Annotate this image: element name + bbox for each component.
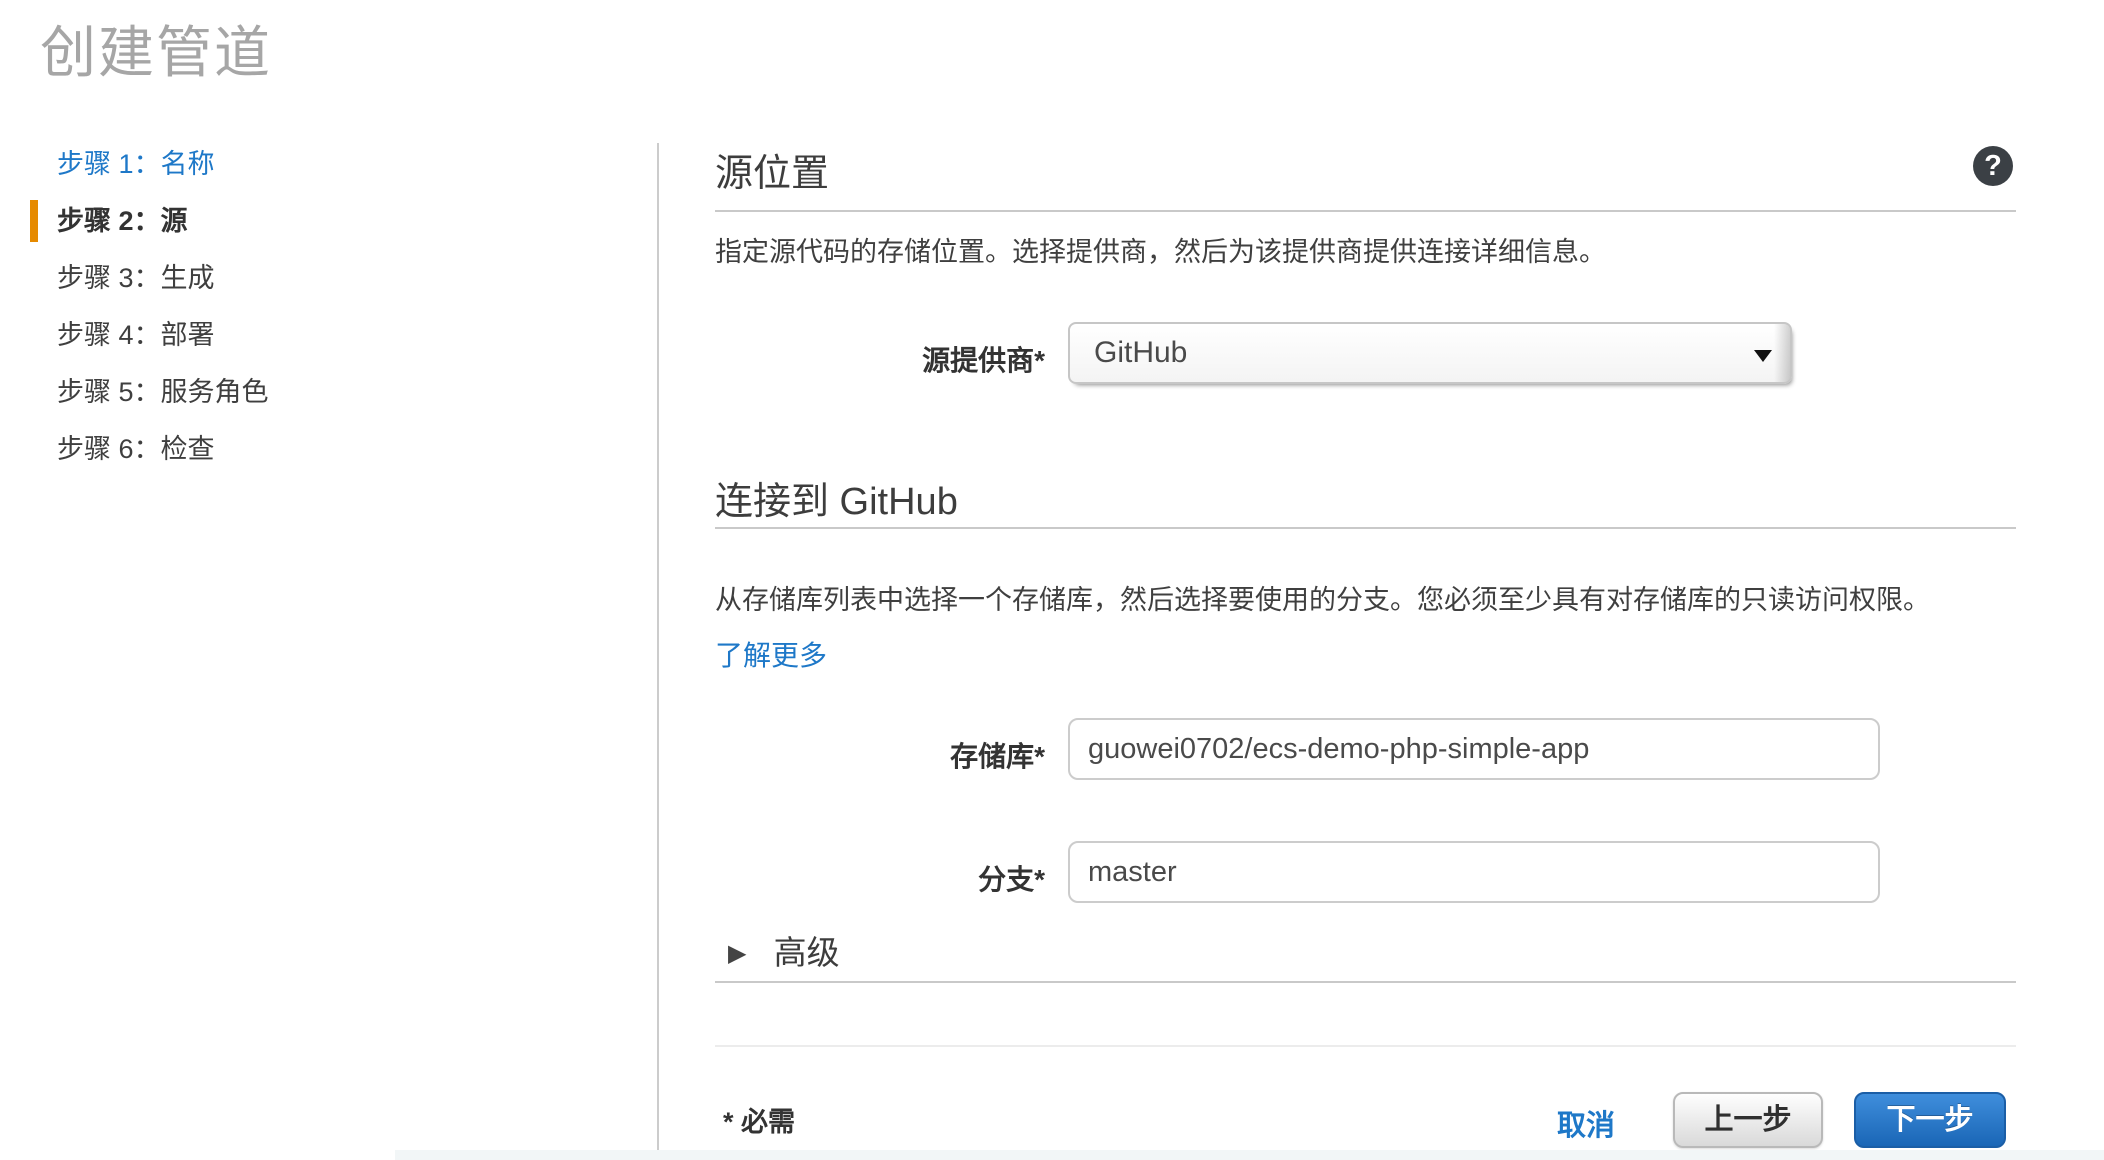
vertical-divider bbox=[657, 143, 659, 1160]
source-provider-select[interactable]: GitHub bbox=[1068, 322, 1792, 384]
advanced-toggle[interactable]: ▶ 高级 bbox=[728, 926, 840, 974]
learn-more-link[interactable]: 了解更多 bbox=[715, 634, 827, 674]
branch-input[interactable] bbox=[1068, 841, 1880, 903]
step-label: 步骤 1：名称 bbox=[57, 149, 215, 179]
step-label: 步骤 2：源 bbox=[57, 206, 188, 236]
advanced-label: 高级 bbox=[774, 934, 840, 971]
step-label: 步骤 4：部署 bbox=[57, 320, 215, 350]
page-title: 创建管道 bbox=[40, 8, 272, 89]
step-label: 步骤 5：服务角色 bbox=[57, 377, 269, 407]
section-divider bbox=[715, 527, 2016, 529]
source-provider-selected-value: GitHub bbox=[1094, 324, 1187, 382]
repository-label: 存储库* bbox=[715, 735, 1045, 775]
sidebar-item-step6-review: 步骤 6：检查 bbox=[0, 435, 640, 463]
section-divider bbox=[715, 210, 2016, 212]
next-step-button[interactable]: 下一步 bbox=[1854, 1092, 2006, 1148]
repository-input[interactable] bbox=[1068, 718, 1880, 780]
help-icon[interactable]: ? bbox=[1973, 146, 2013, 186]
dropdown-arrow-icon bbox=[1754, 350, 1772, 362]
source-location-description: 指定源代码的存储位置。选择提供商，然后为该提供商提供连接详细信息。 bbox=[715, 232, 1606, 272]
sidebar-item-step2-source: 步骤 2：源 bbox=[0, 207, 640, 235]
page-bottom-strip bbox=[395, 1150, 2104, 1160]
create-pipeline-wizard: 创建管道 步骤 1：名称 步骤 2：源 步骤 3：生成 步骤 4：部署 步骤 5… bbox=[0, 0, 2104, 1160]
sidebar-item-step4-deploy: 步骤 4：部署 bbox=[0, 321, 640, 349]
section-divider bbox=[715, 981, 2016, 983]
main-panel: 源位置 ? 指定源代码的存储位置。选择提供商，然后为该提供商提供连接详细信息。 … bbox=[715, 0, 2016, 1160]
chevron-right-icon: ▶ bbox=[728, 940, 746, 967]
section-heading-connect-github: 连接到 GitHub bbox=[715, 470, 958, 525]
branch-label: 分支* bbox=[715, 858, 1045, 898]
sidebar-item-step1-name[interactable]: 步骤 1：名称 bbox=[0, 150, 640, 178]
required-note: * 必需 bbox=[723, 1100, 795, 1139]
section-heading-source-location: 源位置 bbox=[715, 142, 829, 197]
footer-divider bbox=[715, 1045, 2016, 1047]
previous-step-button[interactable]: 上一步 bbox=[1673, 1092, 1823, 1148]
step-label: 步骤 3：生成 bbox=[57, 263, 215, 293]
wizard-steps-nav: 步骤 1：名称 步骤 2：源 步骤 3：生成 步骤 4：部署 步骤 5：服务角色… bbox=[0, 150, 640, 492]
step-label: 步骤 6：检查 bbox=[57, 434, 215, 464]
select-edge-shade bbox=[1774, 324, 1790, 382]
cancel-button[interactable]: 取消 bbox=[1557, 1102, 1615, 1144]
sidebar-item-step3-build: 步骤 3：生成 bbox=[0, 264, 640, 292]
connect-github-description: 从存储库列表中选择一个存储库，然后选择要使用的分支。您必须至少具有对存储库的只读… bbox=[715, 580, 1930, 620]
sidebar-item-step5-service-role: 步骤 5：服务角色 bbox=[0, 378, 640, 406]
source-provider-label: 源提供商* bbox=[715, 339, 1045, 379]
current-step-marker bbox=[30, 200, 38, 242]
